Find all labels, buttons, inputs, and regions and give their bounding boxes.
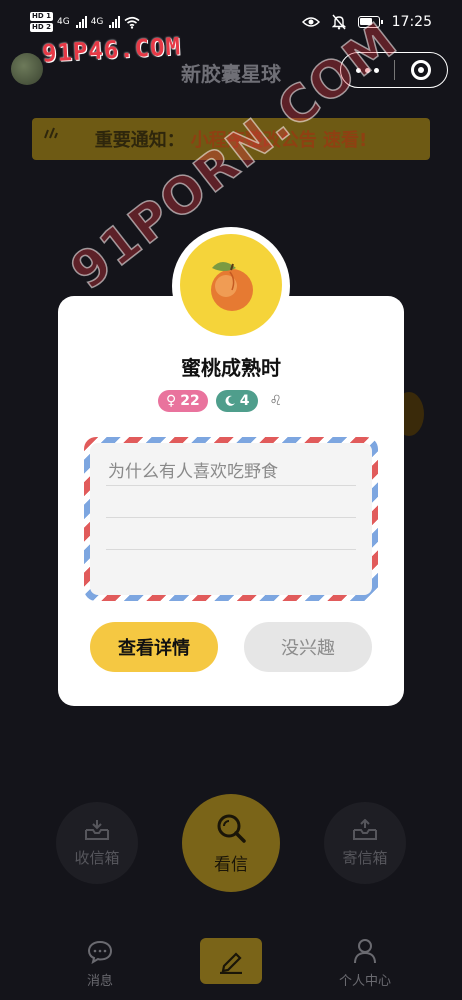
letter-text: 为什么有人喜欢吃野食: [108, 462, 278, 482]
age-value: 22: [180, 393, 200, 409]
close-ring-icon: [410, 60, 431, 80]
moon-tag: 4: [215, 390, 258, 412]
card-title: 蜜桃成熟时: [181, 356, 281, 380]
tab-profile[interactable]: 个人中心: [326, 938, 404, 989]
write-letter-button[interactable]: [200, 938, 262, 984]
letter-envelope: 为什么有人喜欢吃野食: [84, 437, 378, 601]
tab-profile-label: 个人中心: [338, 974, 391, 989]
outbox-icon: [353, 818, 377, 840]
peach-avatar: [180, 234, 282, 336]
status-time: 17:25: [391, 14, 432, 30]
look-label: 看信: [214, 854, 248, 875]
female-icon: ♀: [166, 393, 177, 409]
mute-bell-icon: [331, 14, 346, 30]
inbox-label: 收信箱: [74, 848, 120, 867]
wifi-icon: [124, 16, 140, 29]
look-letters-button[interactable]: 看信: [182, 794, 280, 892]
letter-line: [106, 485, 356, 486]
peach-icon: [211, 262, 253, 311]
view-details-button[interactable]: 查看详情: [90, 622, 218, 672]
eye-icon: [301, 17, 320, 27]
inbox-button[interactable]: 收信箱: [56, 802, 138, 884]
chat-bubble-icon: [87, 940, 113, 964]
user-icon: [354, 939, 376, 964]
signal2-icon: [109, 16, 121, 28]
moon-count: 4: [239, 393, 250, 409]
outbox-label: 寄信箱: [342, 848, 388, 867]
letter-line: [106, 549, 356, 550]
tab-messages[interactable]: 消息: [74, 940, 126, 989]
moon-icon: [225, 395, 235, 406]
profile-tags: ♀ 22 4 ♌: [158, 390, 282, 412]
sparkle-icon: [44, 127, 58, 139]
letter-body: 为什么有人喜欢吃野食: [90, 443, 372, 595]
notice-label: 重要通知：: [94, 130, 185, 151]
hd1-badge: HD 1: [30, 12, 53, 21]
not-interested-button[interactable]: 没兴趣: [244, 622, 372, 672]
status-left: HD 1 HD 2 4G 4G: [30, 12, 140, 32]
network1-label: 4G: [56, 17, 70, 27]
gender-age-tag: ♀ 22: [158, 390, 208, 412]
inbox-icon: [85, 819, 109, 840]
pencil-icon: [220, 952, 242, 974]
signal1-icon: [75, 16, 87, 28]
hd-indicators: HD 1 HD 2: [30, 12, 53, 32]
outbox-button[interactable]: 寄信箱: [324, 802, 406, 884]
network2-label: 4G: [90, 17, 104, 27]
hd2-badge: HD 2: [30, 23, 53, 32]
close-button[interactable]: [395, 60, 448, 80]
tab-messages-label: 消息: [86, 974, 113, 989]
search-icon: [217, 814, 246, 843]
letter-line: [106, 517, 356, 518]
zodiac-leo-icon: ♌: [269, 393, 283, 409]
